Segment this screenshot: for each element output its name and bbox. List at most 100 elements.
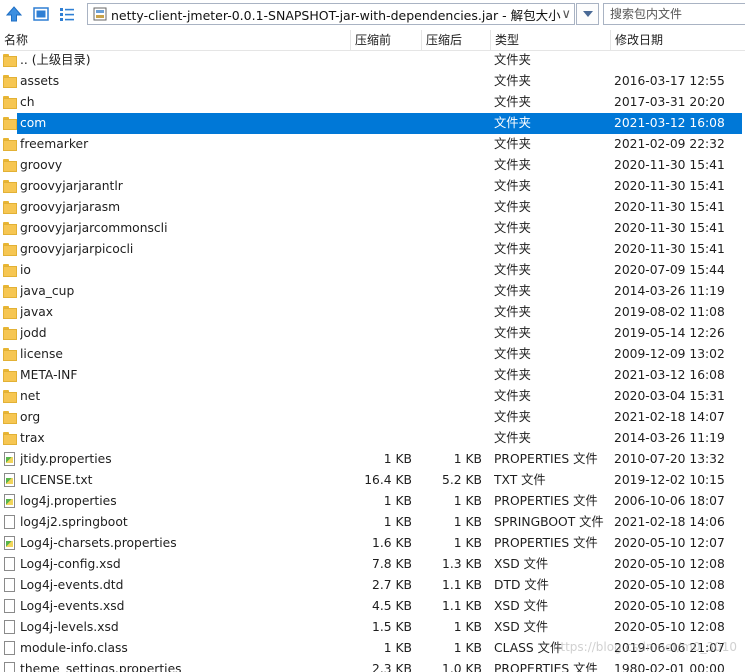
file-packed-size: 1.0 KB: [442, 662, 482, 672]
file-row[interactable]: .. (上级目录) 文件夹: [0, 50, 745, 71]
folder-icon: [3, 179, 17, 194]
file-packed-size: [422, 134, 482, 155]
file-modified: 2019-05-14 12:26: [614, 326, 725, 340]
folder-icon: [3, 116, 17, 131]
file-modified: 2020-05-10 12:08: [614, 620, 725, 634]
column-packed-size[interactable]: 压缩后: [422, 30, 491, 50]
file-row[interactable]: groovyjarjarcommonscli 文件夹 2020-11-30 15:4…: [0, 218, 745, 239]
file-type: 文件夹: [494, 368, 531, 382]
file-row[interactable]: license 文件夹 2009-12-09 13:02: [0, 344, 745, 365]
file-row[interactable]: org 文件夹 2021-02-18 14:07: [0, 407, 745, 428]
path-history-icon[interactable]: ∨: [561, 7, 571, 22]
file-row[interactable]: groovyjarjarantlr 文件夹 2020-11-30 15:41: [0, 176, 745, 197]
search-box[interactable]: [603, 3, 745, 25]
file-row[interactable]: javax 文件夹 2019-08-02 11:08: [0, 302, 745, 323]
file-row[interactable]: freemarker 文件夹 2021-02-09 22:32: [0, 134, 745, 155]
folder-icon: [3, 200, 17, 215]
file-modified: 2021-02-18 14:07: [614, 410, 725, 424]
file-row[interactable]: ch 文件夹 2017-03-31 20:20: [0, 92, 745, 113]
file-type: 文件夹: [494, 389, 531, 403]
file-size: [351, 260, 412, 281]
file-name: log4j.properties: [20, 494, 117, 508]
folder-icon: [3, 326, 17, 341]
up-button[interactable]: [3, 3, 25, 25]
file-row[interactable]: Log4j-events.dtd 2.7 KB 1.1 KB DTD 文件 2020-0…: [0, 575, 745, 596]
file-row[interactable]: log4j2.springboot 1 KB 1 KB SPRINGBOOT 文件 20…: [0, 512, 745, 533]
file-row[interactable]: Log4j-events.xsd 4.5 KB 1.1 KB XSD 文件 2020-0…: [0, 596, 745, 617]
toolbar: netty-client-jmeter-0.0.1-SNAPSHOT-jar-w…: [0, 0, 745, 30]
file-type: PROPERTIES 文件: [494, 494, 598, 508]
file-packed-size: 1 KB: [453, 494, 482, 508]
file-name: license: [20, 347, 63, 361]
file-size: 1 KB: [383, 494, 412, 508]
list-view-button[interactable]: [56, 3, 78, 25]
file-list: .. (上级目录) 文件夹 assets 文件夹 2016-03-17 12:55 ch 文…: [0, 50, 745, 672]
view-button[interactable]: [30, 3, 52, 25]
file-type: 文件夹: [494, 410, 531, 424]
file-modified: 2020-05-10 12:08: [614, 599, 725, 613]
file-row[interactable]: groovyjarjarasm 文件夹 2020-11-30 15:41: [0, 197, 745, 218]
file-row[interactable]: Log4j-config.xsd 7.8 KB 1.3 KB XSD 文件 2020-0…: [0, 554, 745, 575]
file-row[interactable]: trax 文件夹 2014-03-26 11:19: [0, 428, 745, 449]
file-type: 文件夹: [494, 263, 531, 277]
file-row[interactable]: groovyjarjarpicocli 文件夹 2020-11-30 15:41: [0, 239, 745, 260]
path-bar[interactable]: netty-client-jmeter-0.0.1-SNAPSHOT-jar-w…: [87, 3, 575, 25]
file-packed-size: 1 KB: [453, 515, 482, 529]
file-size: [351, 92, 412, 113]
file-row[interactable]: assets 文件夹 2016-03-17 12:55: [0, 71, 745, 92]
file-size: [351, 218, 412, 239]
file-name: Log4j-events.xsd: [20, 599, 125, 613]
file-packed-size: [422, 323, 482, 344]
search-input[interactable]: [608, 6, 745, 22]
folder-icon: [3, 368, 17, 383]
file-size: 2.7 KB: [372, 578, 412, 592]
file-row[interactable]: module-info.class 1 KB 1 KB CLASS 文件 2019-06…: [0, 638, 745, 659]
file-packed-size: [422, 407, 482, 428]
file-size: 2.3 KB: [372, 662, 412, 672]
file-row[interactable]: jtidy.properties 1 KB 1 KB PROPERTIES 文件 201…: [0, 449, 745, 470]
file-packed-size: [422, 344, 482, 365]
file-modified: 2020-03-04 15:31: [614, 389, 725, 403]
file-modified: 2014-03-26 11:19: [614, 284, 725, 298]
file-packed-size: 1.3 KB: [442, 557, 482, 571]
column-type[interactable]: 类型: [491, 30, 611, 50]
file-size: [351, 113, 412, 134]
file-packed-size: [422, 428, 482, 449]
file-row[interactable]: log4j.properties 1 KB 1 KB PROPERTIES 文件 200…: [0, 491, 745, 512]
file-packed-size: [422, 302, 482, 323]
file-type: SPRINGBOOT 文件: [494, 515, 604, 529]
file-name: freemarker: [20, 137, 89, 151]
file-name: jodd: [20, 326, 47, 340]
file-modified: 1980-02-01 00:00: [614, 662, 725, 672]
file-type: PROPERTIES 文件: [494, 662, 598, 672]
column-size[interactable]: 压缩前: [351, 30, 422, 50]
file-row[interactable]: io 文件夹 2020-07-09 15:44: [0, 260, 745, 281]
file-row[interactable]: net 文件夹 2020-03-04 15:31: [0, 386, 745, 407]
file-name: javax: [20, 305, 54, 319]
file-row[interactable]: Log4j-levels.xsd 1.5 KB 1 KB XSD 文件 2020-05-…: [0, 617, 745, 638]
file-row[interactable]: jodd 文件夹 2019-05-14 12:26: [0, 323, 745, 344]
text-file-icon: [3, 473, 17, 488]
folder-icon: [3, 137, 17, 152]
file-icon: [3, 599, 17, 614]
file-row[interactable]: META-INF 文件夹 2021-03-12 16:08: [0, 365, 745, 386]
file-row[interactable]: com 文件夹 2021-03-12 16:08: [0, 113, 745, 134]
folder-icon: [3, 347, 17, 362]
file-size: [351, 134, 412, 155]
column-modified[interactable]: 修改日期: [611, 30, 745, 50]
file-type: TXT 文件: [494, 473, 546, 487]
file-type: XSD 文件: [494, 557, 549, 571]
file-row[interactable]: Log4j-charsets.properties 1.6 KB 1 KB PROPE…: [0, 533, 745, 554]
path-dropdown-button[interactable]: [576, 3, 599, 25]
file-row[interactable]: java_cup 文件夹 2014-03-26 11:19: [0, 281, 745, 302]
file-packed-size: 1.1 KB: [442, 599, 482, 613]
file-modified: 2021-03-12 16:08: [614, 116, 725, 130]
file-modified: 2019-08-02 11:08: [614, 305, 725, 319]
file-row[interactable]: LICENSE.txt 16.4 KB 5.2 KB TXT 文件 2019-12-02…: [0, 470, 745, 491]
file-row[interactable]: groovy 文件夹 2020-11-30 15:41: [0, 155, 745, 176]
file-row[interactable]: theme_settings.properties 2.3 KB 1.0 KB PRO…: [0, 659, 745, 672]
column-name[interactable]: 名称: [0, 30, 351, 50]
file-size: [351, 155, 412, 176]
file-name: module-info.class: [20, 641, 128, 655]
file-name: groovyjarjarcommonscli: [20, 221, 168, 235]
